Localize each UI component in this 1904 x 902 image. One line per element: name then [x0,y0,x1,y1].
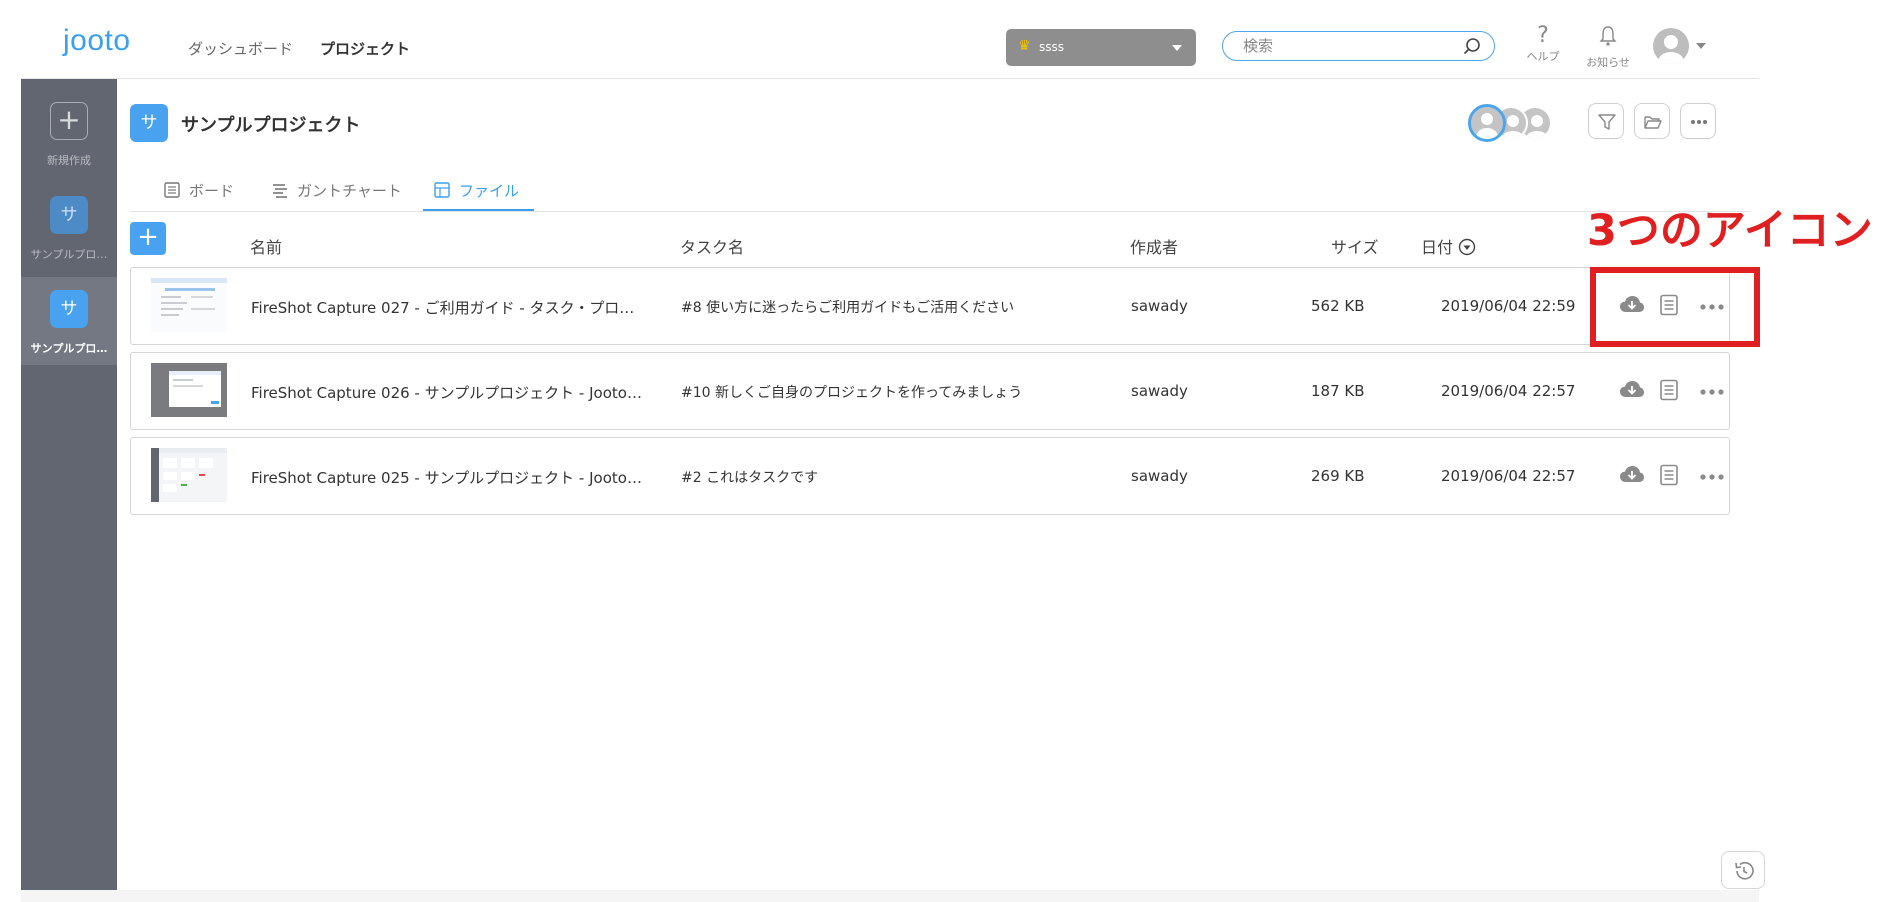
gantt-icon [273,184,287,198]
task-link[interactable]: #2 これはタスクです [681,467,1101,487]
file-date: 2019/06/04 22:59 [1441,297,1576,315]
more-dots-icon[interactable] [1699,383,1725,402]
history-icon [1735,861,1754,880]
workspace-select[interactable]: ♛ ssss [1006,29,1196,66]
file-thumbnail[interactable] [151,448,227,502]
task-link[interactable]: #8 使い方に迷ったらご利用ガイドもご活用ください [681,297,1101,317]
file-thumbnail[interactable] [151,363,227,417]
add-file-button[interactable]: + [130,222,166,255]
column-header-date[interactable]: 日付 [1421,234,1476,258]
more-button[interactable] [1680,103,1716,139]
column-header-name[interactable]: 名前 [250,234,282,258]
file-name[interactable]: FireShot Capture 025 - サンプルプロジェクト - Joot… [251,467,671,488]
sidebar-project-1[interactable]: サ [50,196,88,234]
table-row[interactable]: FireShot Capture 027 - ご利用ガイド - タスク・プロ… … [130,267,1730,345]
folder-button[interactable] [1634,103,1670,139]
file-icon [434,182,450,198]
notifications-button[interactable]: お知らせ [1581,24,1635,70]
divider [130,211,1750,212]
history-button[interactable] [1721,851,1765,889]
download-icon[interactable] [1619,379,1645,405]
more-dots-icon[interactable] [1699,468,1725,487]
sidebar-project-1-label: サンプルプロ… [30,248,108,261]
tab-board[interactable]: ボード [163,180,234,201]
sort-desc-icon[interactable] [1458,238,1476,256]
file-name[interactable]: FireShot Capture 027 - ご利用ガイド - タスク・プロ… [251,297,671,318]
board-icon [164,182,180,198]
file-size: 187 KB [1311,382,1365,400]
column-header-author[interactable]: 作成者 [1130,234,1178,258]
help-label: ヘルプ [1526,50,1560,63]
download-icon[interactable] [1619,464,1645,490]
file-author: sawady [1131,382,1188,400]
sidebar: + 新規作成 サ サンプルプロ… サ サンプルプロ… [21,79,117,890]
footer-strip [21,890,1759,902]
workspace-name: ssss [1039,40,1065,54]
sidebar-project-2[interactable]: サ [50,290,88,328]
column-header-size[interactable]: サイズ [1331,234,1379,258]
memo-icon[interactable] [1659,464,1679,490]
search-box[interactable] [1222,31,1495,61]
crown-icon: ♛ [1018,38,1031,54]
annotation-highlight-box [1590,267,1760,347]
tab-gantt-label: ガントチャート [297,182,402,200]
table-row[interactable]: FireShot Capture 025 - サンプルプロジェクト - Joot… [130,437,1730,515]
app-window: jooto ダッシュボード プロジェクト ♛ ssss ? ヘルプ お知らせ [21,0,1873,902]
sidebar-project-2-label: サンプルプロ… [30,342,108,355]
new-project-button[interactable]: + [50,102,88,140]
project-members[interactable] [1468,104,1558,144]
top-bar: jooto ダッシュボード プロジェクト ♛ ssss ? ヘルプ お知らせ [21,0,1759,79]
column-header-task[interactable]: タスク名 [680,234,744,258]
file-size: 562 KB [1311,297,1365,315]
tab-files[interactable]: ファイル [433,180,519,201]
folder-open-icon [1644,116,1662,129]
nav-dashboard[interactable]: ダッシュボード [188,38,293,59]
file-size: 269 KB [1311,467,1365,485]
filter-button[interactable] [1588,103,1624,139]
logo[interactable]: jooto [63,24,131,58]
page-title: サンプルプロジェクト [181,115,361,136]
task-link[interactable]: #10 新しくご自身のプロジェクトを作ってみましょう [681,382,1101,402]
help-icon: ? [1537,23,1549,48]
file-author: sawady [1131,467,1188,485]
chevron-down-icon[interactable] [1696,43,1706,49]
chevron-down-icon [1172,45,1182,51]
new-project-label: 新規作成 [47,154,91,167]
file-thumbnail[interactable] [151,278,227,332]
file-name[interactable]: FireShot Capture 026 - サンプルプロジェクト - Joot… [251,382,671,403]
avatar[interactable] [1468,104,1506,142]
tab-files-label: ファイル [459,182,520,200]
filter-icon [1598,114,1616,130]
memo-icon[interactable] [1659,379,1679,405]
notifications-label: お知らせ [1586,56,1630,69]
nav-project[interactable]: プロジェクト [320,38,410,59]
column-header-date-label: 日付 [1421,238,1454,257]
table-row[interactable]: FireShot Capture 026 - サンプルプロジェクト - Joot… [130,352,1730,430]
project-badge: サ [130,104,168,142]
search-input[interactable] [1241,35,1455,57]
help-button[interactable]: ? ヘルプ [1520,24,1566,64]
user-avatar[interactable] [1653,28,1689,64]
tab-board-label: ボード [189,182,235,200]
more-dots-icon [1691,120,1707,124]
file-date: 2019/06/04 22:57 [1441,467,1576,485]
search-icon[interactable] [1462,36,1482,60]
annotation-label: 3つのアイコン [1587,206,1873,256]
file-date: 2019/06/04 22:57 [1441,382,1576,400]
bell-icon [1581,24,1635,54]
file-author: sawady [1131,297,1188,315]
tab-gantt[interactable]: ガントチャート [271,180,402,201]
